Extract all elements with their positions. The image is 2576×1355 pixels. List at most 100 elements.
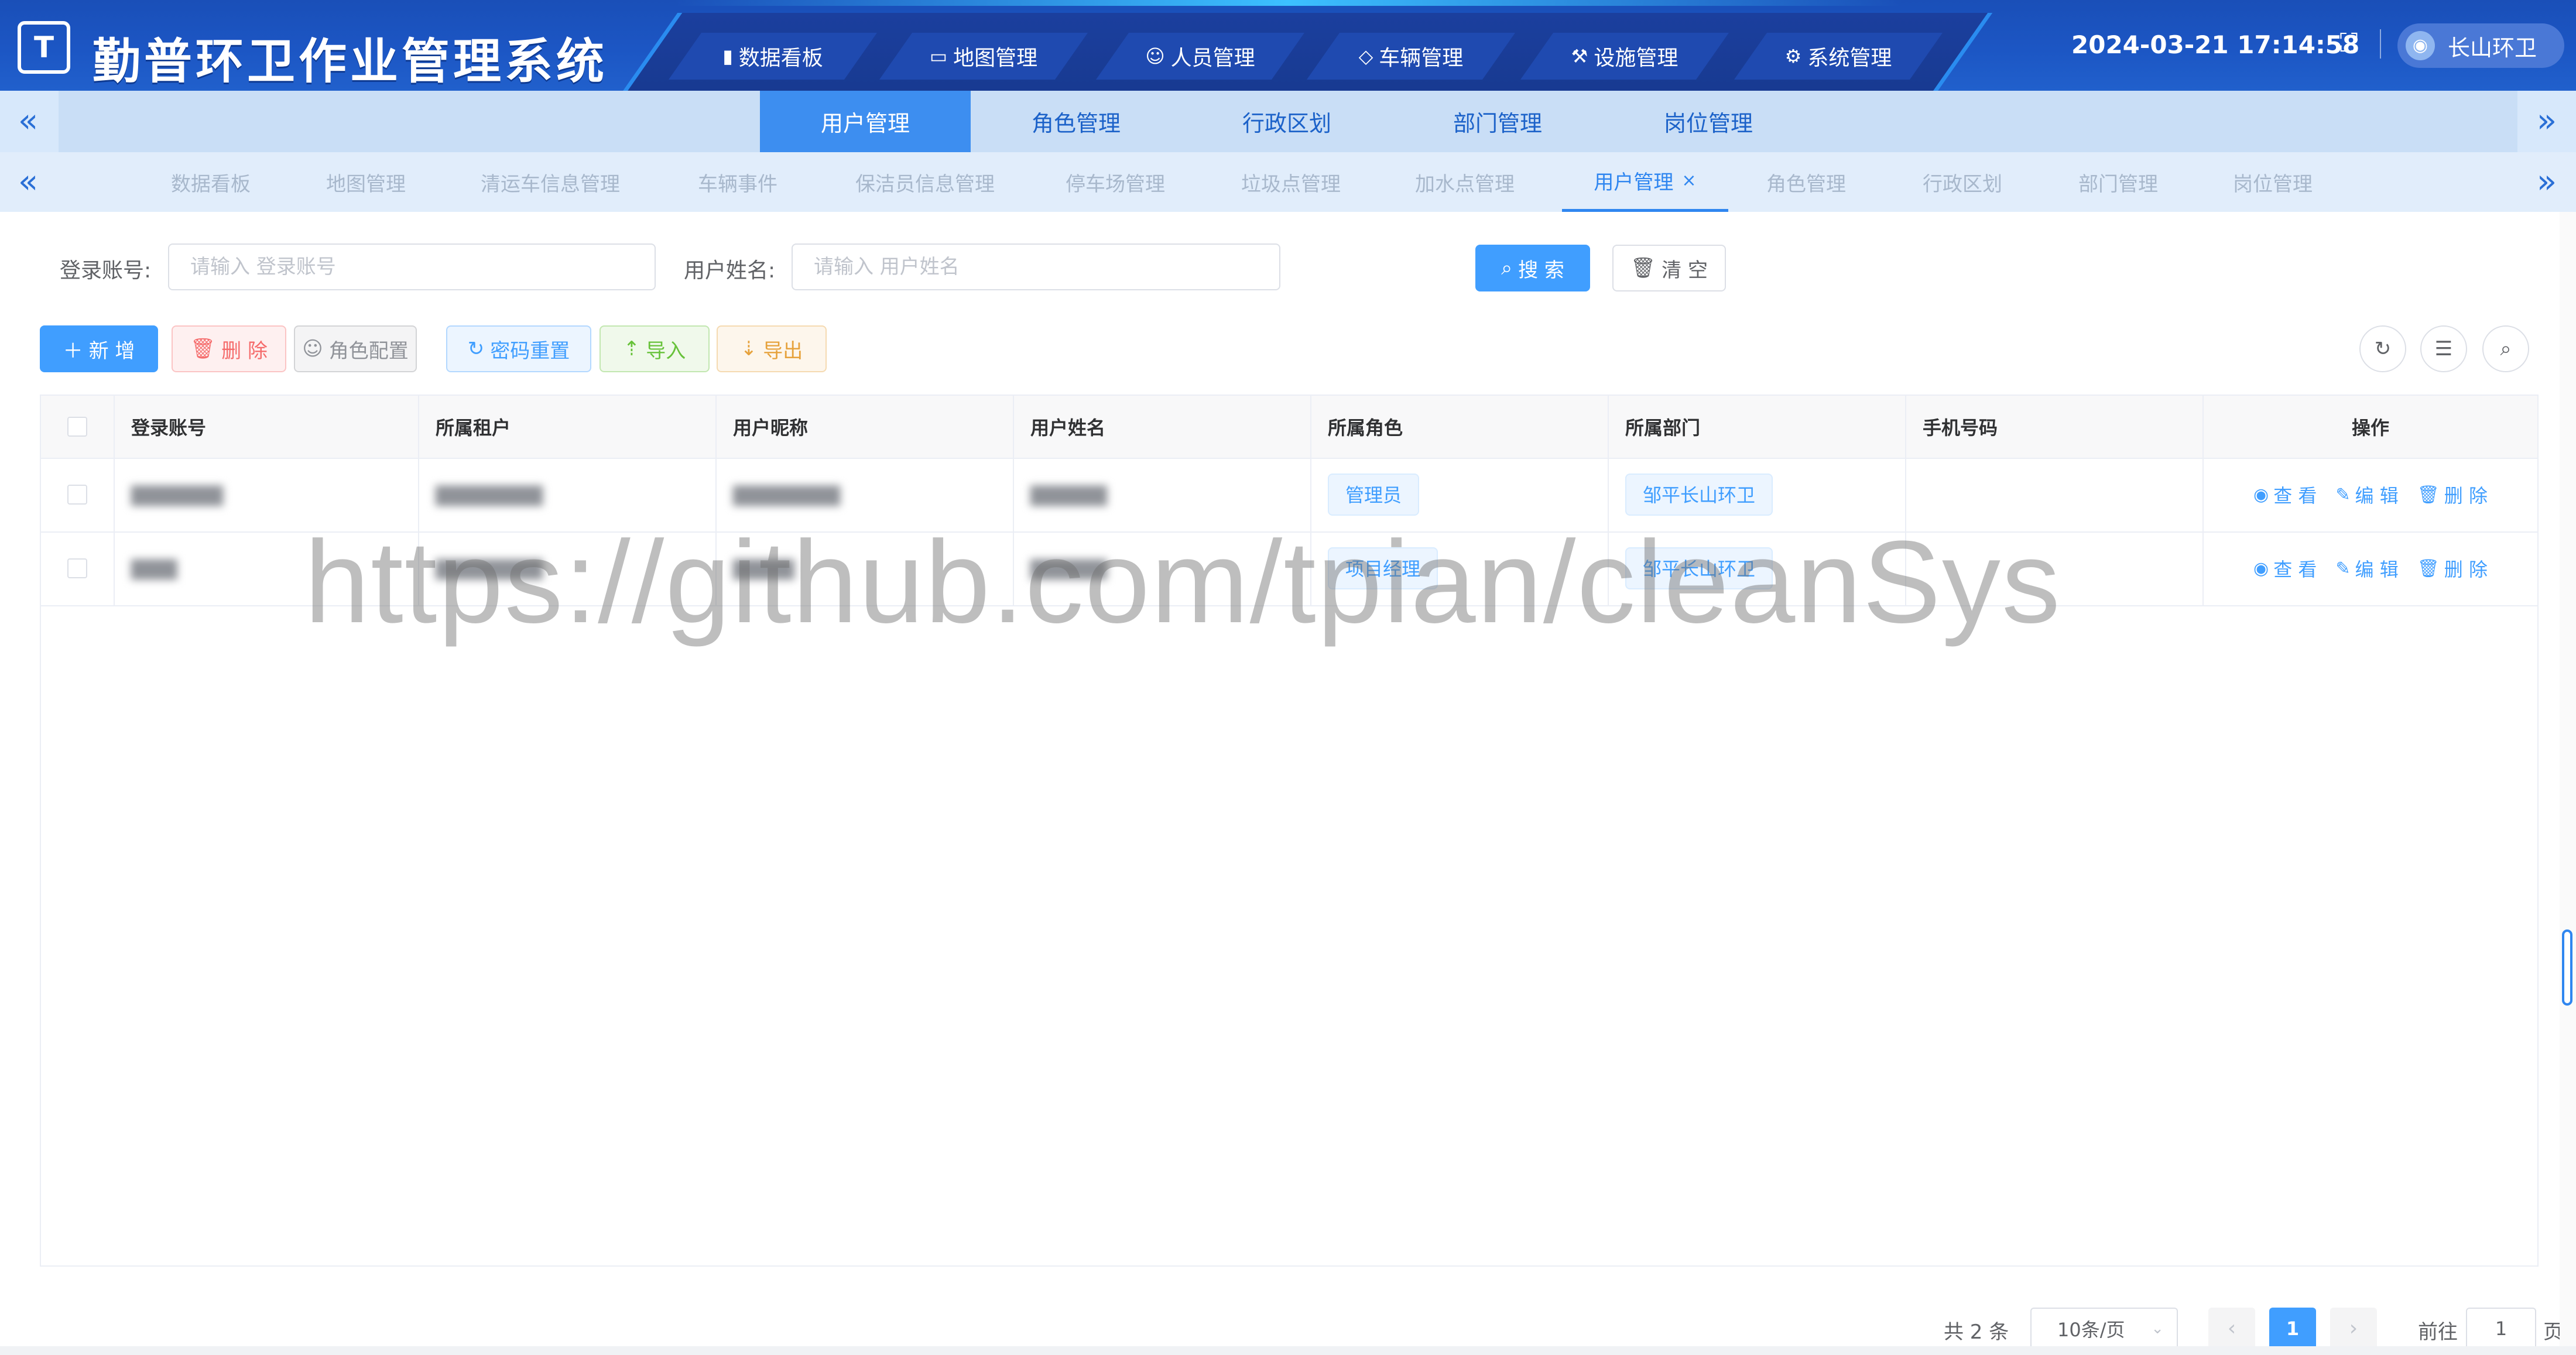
tag-parking[interactable]: 停车场管理 xyxy=(1051,152,1180,212)
table-row: ▇▇▇▇▇▇ ▇▇▇▇▇▇▇ ▇▇▇▇▇▇▇ ▇▇▇▇▇ 管理员 邹平长山环卫 … xyxy=(41,458,2537,533)
view-button[interactable]: ◉ 查 看 xyxy=(2253,481,2317,508)
tag-truck-info[interactable]: 清运车信息管理 xyxy=(463,152,638,212)
tag-water-points[interactable]: 加水点管理 xyxy=(1400,152,1529,212)
page-size-value: 10条/页 xyxy=(2057,1319,2125,1341)
row-delete-button[interactable]: 🗑 删 除 xyxy=(2417,555,2488,582)
tag-positions[interactable]: 岗位管理 xyxy=(2208,152,2337,212)
user-menu[interactable]: ◉ 长山环卫 xyxy=(2397,23,2564,68)
tag-departments[interactable]: 部门管理 xyxy=(2054,152,2183,212)
edit-button[interactable]: ✎ 编 辑 xyxy=(2335,555,2398,582)
tag-dashboard[interactable]: 数据看板 xyxy=(146,152,275,212)
reset-password-button[interactable]: ↻ 密码重置 xyxy=(446,325,591,372)
nav-item-dashboard[interactable]: ▮ 数据看板 xyxy=(668,33,878,80)
tag-vehicle-events[interactable]: 车辆事件 xyxy=(673,152,802,212)
export-button[interactable]: ⇣ 导出 xyxy=(717,325,827,372)
reset-password-label: 密码重置 xyxy=(490,339,570,363)
select-all-checkbox[interactable] xyxy=(67,417,87,437)
tag-map[interactable]: 地图管理 xyxy=(302,152,430,212)
search-icon: ⌕ xyxy=(1501,256,1513,280)
row-checkbox[interactable] xyxy=(67,485,87,505)
cell-actions: ◉ 查 看 ✎ 编 辑 🗑 删 除 xyxy=(2204,458,2537,531)
pencil-icon: ✎ xyxy=(2335,484,2351,505)
column-header: 操作 xyxy=(2351,417,2389,439)
dept-tag: 邹平长山环卫 xyxy=(1625,474,1773,516)
username-input[interactable] xyxy=(792,243,1280,290)
row-checkbox[interactable] xyxy=(67,558,87,578)
column-header: 所属角色 xyxy=(1311,396,1609,458)
search-button[interactable]: ⌕ 搜 索 xyxy=(1475,245,1590,291)
menu-item-users[interactable]: 用户管理 xyxy=(760,91,971,152)
cell-nickname: ▇▇▇▇▇▇▇ xyxy=(717,458,1014,531)
next-page-button[interactable]: › xyxy=(2330,1308,2377,1350)
column-header: 所属部门 xyxy=(1609,396,1906,458)
cell-dept: 邹平长山环卫 xyxy=(1609,531,1906,605)
name-value: ▇▇▇▇▇ xyxy=(1030,557,1107,580)
account-value: ▇▇▇ xyxy=(131,557,177,580)
chevron-double-left-icon[interactable]: « xyxy=(11,104,46,139)
chevron-double-right-icon[interactable]: » xyxy=(2529,164,2564,200)
trash-icon: 🗑 xyxy=(2417,558,2440,579)
trash-icon: 🗑 xyxy=(190,337,216,361)
scrollbar-thumb[interactable] xyxy=(2562,929,2572,1006)
view-button[interactable]: ◉ 查 看 xyxy=(2253,555,2317,582)
nav-item-system[interactable]: ⚙ 系统管理 xyxy=(1734,33,1943,80)
column-header: 手机号码 xyxy=(1906,396,2204,458)
top-header: T 勤普环卫作业管理系统 ▮ 数据看板 ▭ 地图管理 ☺ 人员管理 ◇ 车辆管理 ⚒ 设施… xyxy=(0,0,2576,91)
nav-item-vehicles[interactable]: ◇ 车辆管理 xyxy=(1306,33,1516,80)
app-title: 勤普环卫作业管理系统 xyxy=(93,34,608,90)
tag-roles[interactable]: 角色管理 xyxy=(1742,152,1871,212)
wrench-icon: ⚒ xyxy=(1571,45,1588,67)
chevron-double-left-icon[interactable]: « xyxy=(11,164,46,200)
nav-item-personnel[interactable]: ☺ 人员管理 xyxy=(1095,33,1305,80)
import-button[interactable]: ⇡ 导入 xyxy=(600,325,710,372)
cell-tenant: ▇▇▇▇▇▇▇ xyxy=(419,531,717,605)
delete-button[interactable]: 🗑 删 除 xyxy=(172,325,286,372)
account-label: 登录账号: xyxy=(60,259,152,283)
menu-item-positions[interactable]: 岗位管理 xyxy=(1603,91,1814,152)
account-input[interactable] xyxy=(168,243,656,290)
tag-cleaner-info[interactable]: 保洁员信息管理 xyxy=(837,152,1013,212)
page-number-current[interactable]: 1 xyxy=(2269,1308,2316,1350)
role-config-button[interactable]: ☺ 角色配置 xyxy=(294,325,417,372)
tag-users[interactable]: 用户管理 × xyxy=(1562,152,1728,212)
search-toggle-icon[interactable]: ⌕ xyxy=(2482,325,2529,372)
nav-item-facilities[interactable]: ⚒ 设施管理 xyxy=(1520,33,1729,80)
cell-account: ▇▇▇ xyxy=(115,531,419,605)
refresh-icon[interactable]: ↻ xyxy=(2359,325,2406,372)
chevron-double-right-icon[interactable]: » xyxy=(2529,104,2564,139)
user-name: 长山环卫 xyxy=(2448,35,2537,61)
vertical-scrollbar[interactable] xyxy=(2560,212,2576,1355)
cell-name: ▇▇▇▇▇ xyxy=(1014,531,1311,605)
refresh-icon: ↻ xyxy=(467,337,485,361)
tag-regions[interactable]: 行政区划 xyxy=(1898,152,2027,212)
row-delete-button[interactable]: 🗑 删 除 xyxy=(2417,481,2488,508)
person-icon: ☺ xyxy=(1145,45,1165,67)
prev-page-button[interactable]: ‹ xyxy=(2208,1308,2255,1350)
goto-page-input[interactable]: 1 xyxy=(2466,1308,2536,1350)
pencil-icon: ✎ xyxy=(2335,558,2351,579)
add-button[interactable]: ＋新 增 xyxy=(40,325,158,372)
dept-tag: 邹平长山环卫 xyxy=(1625,547,1773,589)
chevron-down-icon: ⌄ xyxy=(2151,1320,2164,1337)
cell-tenant: ▇▇▇▇▇▇▇ xyxy=(419,458,717,531)
tenant-value: ▇▇▇▇▇▇▇ xyxy=(436,483,543,506)
menu-item-regions[interactable]: 行政区划 xyxy=(1181,91,1392,152)
nav-item-map[interactable]: ▭ 地图管理 xyxy=(879,33,1088,80)
eye-icon: ◉ xyxy=(2253,558,2269,579)
role-tag: 管理员 xyxy=(1328,474,1420,516)
menu-item-roles[interactable]: 角色管理 xyxy=(971,91,1181,152)
page-size-select[interactable]: 10条/页 ⌄ xyxy=(2030,1308,2178,1350)
trash-icon: 🗑 xyxy=(1630,256,1656,280)
columns-settings-icon[interactable]: ☰ xyxy=(2420,325,2467,372)
tag-label: 用户管理 xyxy=(1594,171,1674,194)
close-icon[interactable]: × xyxy=(1681,170,1696,191)
menu-item-departments[interactable]: 部门管理 xyxy=(1392,91,1603,152)
cell-name: ▇▇▇▇▇ xyxy=(1014,458,1311,531)
bar-chart-icon: ▮ xyxy=(722,45,733,67)
shield-icon: ◇ xyxy=(1358,45,1373,67)
clear-button[interactable]: 🗑 清 空 xyxy=(1612,245,1726,291)
fullscreen-icon[interactable]: ⛶ xyxy=(2336,30,2362,56)
role-config-label: 角色配置 xyxy=(328,339,409,363)
tag-garbage-points[interactable]: 垃圾点管理 xyxy=(1227,152,1355,212)
edit-button[interactable]: ✎ 编 辑 xyxy=(2335,481,2398,508)
